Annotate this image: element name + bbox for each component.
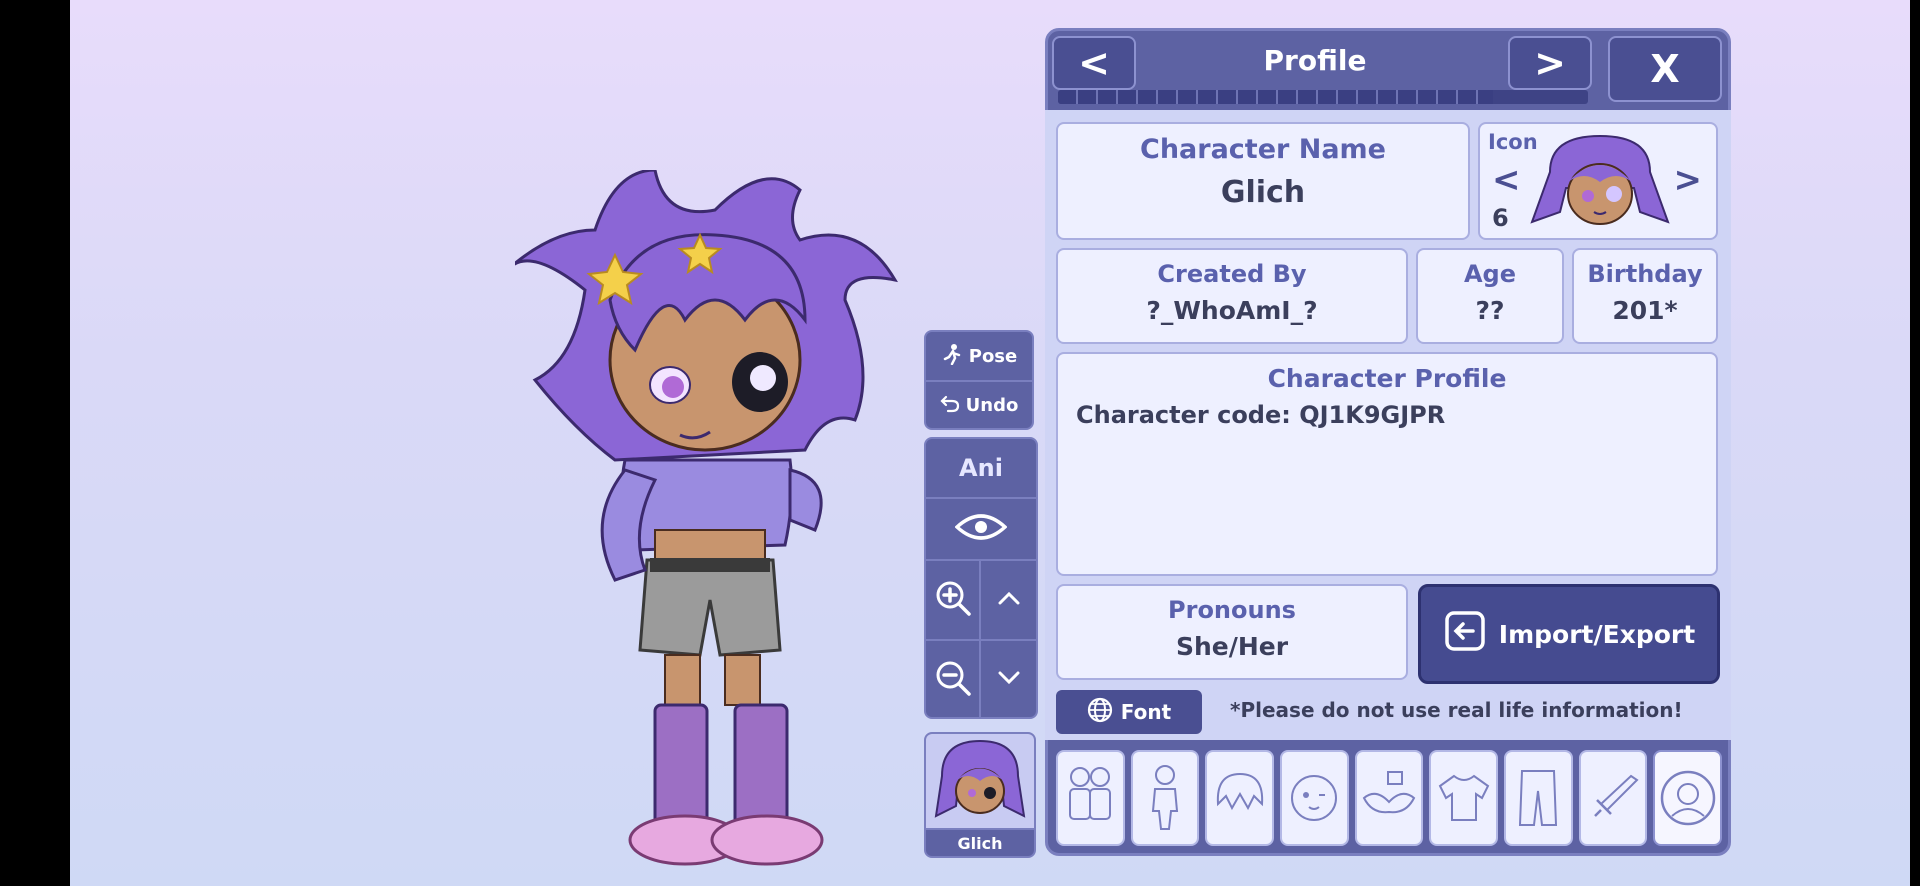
chevron-right-icon: >: [1534, 41, 1566, 85]
characters-icon: [1069, 767, 1112, 820]
icon-portrait: [1530, 134, 1670, 225]
age-field[interactable]: Age ??: [1416, 248, 1564, 344]
pronouns-field[interactable]: Pronouns She/Her: [1056, 584, 1408, 680]
import-export-label: Import/Export: [1498, 619, 1696, 649]
icon-selector: Icon < 6 >: [1478, 122, 1718, 240]
age-value: ??: [1475, 296, 1505, 325]
created-by-field[interactable]: Created By ?_WhoAmI_?: [1056, 248, 1408, 344]
zoom-in-icon: [933, 578, 973, 622]
letterbox-left: [0, 0, 70, 886]
character-name-field[interactable]: Character Name Glich: [1056, 122, 1470, 240]
face-tab[interactable]: [1280, 750, 1349, 846]
hair-tab[interactable]: [1205, 750, 1275, 846]
characters-tab[interactable]: [1056, 750, 1125, 846]
bottoms-tab[interactable]: [1504, 750, 1573, 846]
undo-icon: [940, 393, 960, 418]
progress-fill: [1058, 90, 1493, 104]
accessories-tab[interactable]: [1354, 750, 1424, 846]
pose-undo-group: Pose Undo: [924, 330, 1034, 430]
pronouns-caption: Pronouns: [1168, 596, 1296, 624]
body-icon: [1151, 765, 1179, 830]
birthday-value: 201*: [1612, 296, 1678, 325]
pose-icon: [941, 343, 963, 370]
chevron-up-icon: [997, 590, 1021, 610]
created-by-value: ?_WhoAmI_?: [1146, 296, 1318, 325]
hair-icon: [1216, 772, 1263, 811]
category-tab-bar: [1052, 746, 1726, 846]
font-button[interactable]: Font: [1056, 690, 1202, 734]
icon-prev-button[interactable]: <: [1492, 160, 1521, 200]
profile-icon: [1660, 770, 1715, 826]
animation-controls: Ani: [924, 437, 1038, 719]
import-export-button[interactable]: Import/Export: [1418, 584, 1720, 684]
next-page-button[interactable]: >: [1508, 36, 1592, 90]
character-profile-field[interactable]: Character Profile Character code: QJ1K9G…: [1056, 352, 1718, 576]
zoom-out-button[interactable]: [926, 641, 981, 717]
character-name-caption: Character Name: [1140, 134, 1386, 165]
birthday-field[interactable]: Birthday 201*: [1572, 248, 1718, 344]
character-slot[interactable]: Glich: [924, 732, 1036, 858]
import-export-icon: [1443, 609, 1487, 659]
age-caption: Age: [1463, 260, 1517, 288]
icon-number: 6: [1492, 204, 1509, 232]
tops-tab[interactable]: [1429, 750, 1499, 846]
character-thumbnail: [926, 734, 1034, 830]
ani-button[interactable]: Ani: [926, 439, 1036, 499]
sword-icon: [1594, 774, 1639, 817]
move-up-button[interactable]: [981, 561, 1036, 641]
character-name-value: Glich: [1220, 175, 1306, 210]
zoom-out-icon: [933, 658, 973, 702]
pose-label: Pose: [968, 345, 1018, 367]
icon-next-button[interactable]: >: [1674, 160, 1703, 200]
undo-button[interactable]: Undo: [926, 380, 1032, 428]
close-icon: X: [1650, 47, 1680, 91]
pants-icon: [1519, 770, 1558, 826]
letterbox-right: [1910, 0, 1920, 886]
undo-label: Undo: [965, 394, 1019, 416]
birthday-caption: Birthday: [1587, 260, 1703, 288]
character-profile-text: Character code: QJ1K9GJPR: [1076, 401, 1446, 429]
pronouns-value: She/Her: [1175, 632, 1289, 661]
zoom-in-button[interactable]: [926, 561, 981, 641]
character-slot-label: Glich: [957, 834, 1003, 853]
panel-title: Profile: [1263, 44, 1367, 77]
chevron-down-icon: [997, 670, 1021, 690]
character-figure[interactable]: [515, 170, 910, 870]
visibility-button[interactable]: [926, 499, 1036, 561]
chevron-left-icon: <: [1078, 41, 1110, 85]
font-label: Font: [1120, 700, 1172, 724]
props-tab[interactable]: [1578, 750, 1648, 846]
privacy-notice: *Please do not use real life information…: [1230, 698, 1683, 722]
body-tab[interactable]: [1130, 750, 1200, 846]
created-by-caption: Created By: [1157, 260, 1307, 288]
close-button[interactable]: X: [1608, 36, 1722, 102]
accessories-icon: [1362, 771, 1416, 814]
character-profile-caption: Character Profile: [1267, 364, 1507, 393]
eye-icon: [954, 511, 1008, 547]
profile-tab[interactable]: [1653, 750, 1723, 846]
globe-icon: [1087, 697, 1113, 728]
face-icon: [1291, 775, 1338, 821]
move-down-button[interactable]: [981, 641, 1036, 717]
prev-page-button[interactable]: <: [1052, 36, 1136, 90]
pose-button[interactable]: Pose: [926, 332, 1032, 380]
page-progress-bar: [1058, 90, 1588, 104]
shirt-icon: [1438, 774, 1489, 821]
